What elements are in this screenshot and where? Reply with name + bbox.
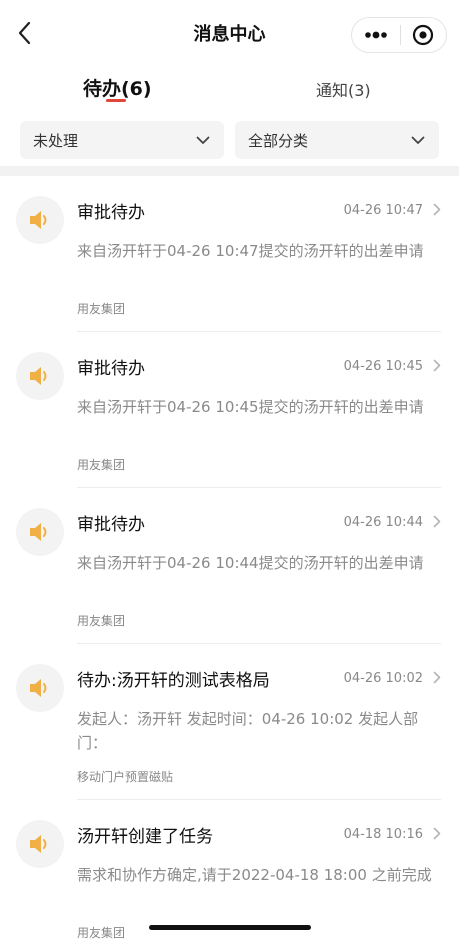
message-avatar bbox=[16, 508, 64, 556]
message-description: 来自汤开轩于04-26 10:45提交的汤开轩的出差申请 bbox=[77, 398, 424, 416]
more-dots-icon bbox=[364, 31, 387, 39]
home-indicator[interactable] bbox=[149, 925, 311, 930]
back-button[interactable] bbox=[12, 20, 38, 46]
message-title: 汤开轩创建了任务 bbox=[77, 827, 213, 847]
chevron-right-icon bbox=[433, 827, 441, 840]
message-list: 审批待办 04-26 10:47 来自汤开轩于04-26 10:47提交的汤开轩… bbox=[0, 176, 459, 942]
active-tab-indicator bbox=[106, 99, 126, 102]
message-source: 用友集团 bbox=[77, 458, 126, 472]
message-source: 用友集团 bbox=[77, 926, 126, 940]
message-time: 04-18 10:16 bbox=[343, 827, 423, 842]
chevron-left-icon bbox=[18, 21, 31, 45]
message-avatar bbox=[16, 352, 64, 400]
message-source: 用友集团 bbox=[77, 614, 126, 628]
message-time: 04-26 10:02 bbox=[343, 671, 423, 686]
message-item[interactable]: 审批待办 04-26 10:44 来自汤开轩于04-26 10:44提交的汤开轩… bbox=[0, 488, 459, 644]
message-title: 待办:汤开轩的测试表格局 bbox=[77, 671, 270, 691]
speaker-icon bbox=[30, 523, 47, 541]
status-filter-value: 未处理 bbox=[33, 131, 79, 150]
message-avatar bbox=[16, 196, 64, 244]
message-time: 04-26 10:44 bbox=[343, 515, 423, 530]
filter-bar: 未处理 全部分类 bbox=[0, 118, 459, 162]
page-title: 消息中心 bbox=[193, 24, 266, 45]
message-source: 移动门户预置磁贴 bbox=[77, 770, 174, 784]
tab-notice[interactable]: 通知(3) bbox=[316, 77, 371, 101]
message-time: 04-26 10:47 bbox=[343, 203, 423, 218]
category-filter-select[interactable]: 全部分类 bbox=[235, 121, 439, 159]
speaker-icon bbox=[30, 367, 47, 385]
speaker-icon bbox=[30, 679, 47, 697]
chevron-right-icon bbox=[433, 515, 441, 528]
chevron-down-icon bbox=[196, 136, 210, 144]
tab-bar: 待办(6) 通知(3) bbox=[0, 66, 459, 110]
message-time: 04-26 10:45 bbox=[343, 359, 423, 374]
message-item[interactable]: 汤开轩创建了任务 04-18 10:16 需求和协作方确定,请于2022-04-… bbox=[0, 800, 459, 942]
message-avatar bbox=[16, 664, 64, 712]
navigation-bar: 消息中心 bbox=[0, 0, 459, 66]
section-divider bbox=[0, 166, 459, 176]
speaker-icon bbox=[30, 211, 47, 229]
message-title: 审批待办 bbox=[77, 203, 145, 223]
chevron-right-icon bbox=[433, 671, 441, 684]
speaker-icon bbox=[30, 835, 47, 853]
more-button[interactable] bbox=[352, 18, 400, 52]
message-item[interactable]: 待办:汤开轩的测试表格局 04-26 10:02 发起人：汤开轩 发起时间：04… bbox=[0, 644, 459, 800]
message-description: 发起人：汤开轩 发起时间：04-26 10:02 发起人部门： bbox=[77, 710, 419, 752]
chevron-right-icon bbox=[433, 203, 441, 216]
message-avatar bbox=[16, 820, 64, 868]
tab-todo[interactable]: 待办(6) bbox=[83, 74, 152, 101]
message-item[interactable]: 审批待办 04-26 10:45 来自汤开轩于04-26 10:45提交的汤开轩… bbox=[0, 332, 459, 488]
status-filter-select[interactable]: 未处理 bbox=[20, 121, 224, 159]
message-description: 来自汤开轩于04-26 10:44提交的汤开轩的出差申请 bbox=[77, 554, 424, 572]
message-description: 来自汤开轩于04-26 10:47提交的汤开轩的出差申请 bbox=[77, 242, 424, 260]
category-filter-value: 全部分类 bbox=[248, 131, 309, 150]
close-mini-program-button[interactable] bbox=[400, 18, 446, 52]
target-icon bbox=[413, 24, 434, 46]
message-title: 审批待办 bbox=[77, 359, 145, 379]
chevron-down-icon bbox=[411, 136, 425, 144]
mini-program-capsule bbox=[351, 17, 447, 53]
message-title: 审批待办 bbox=[77, 515, 145, 535]
chevron-right-icon bbox=[433, 359, 441, 372]
message-source: 用友集团 bbox=[77, 302, 126, 316]
message-description: 需求和协作方确定,请于2022-04-18 18:00 之前完成 bbox=[77, 866, 432, 884]
message-item[interactable]: 审批待办 04-26 10:47 来自汤开轩于04-26 10:47提交的汤开轩… bbox=[0, 176, 459, 332]
